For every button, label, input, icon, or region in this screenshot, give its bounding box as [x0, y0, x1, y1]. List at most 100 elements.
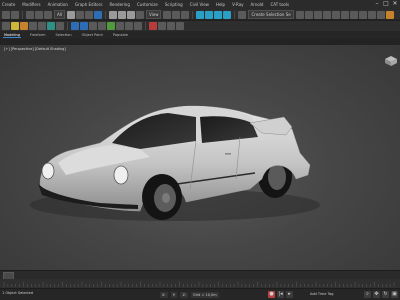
redo-icon[interactable]	[11, 10, 19, 19]
helper-icon[interactable]	[38, 22, 46, 30]
vray-light-icon[interactable]	[89, 22, 97, 30]
render-setup-icon[interactable]	[367, 10, 376, 19]
x-coordinate-field[interactable]: X:	[160, 292, 168, 298]
viewport-label[interactable]: [+] [Perspective] [Default Shading]	[4, 47, 66, 51]
maximize-button[interactable]: □	[383, 1, 389, 7]
go-to-start-icon[interactable]: |◂	[277, 291, 284, 298]
add-time-tag[interactable]: Add Time Tag	[310, 292, 334, 296]
angle-snap-icon[interactable]	[205, 10, 214, 19]
menu-arnold[interactable]: Arnold	[251, 0, 264, 10]
viewcube-icon[interactable]	[384, 55, 398, 67]
play-icon[interactable]: ▸	[286, 291, 293, 298]
vray-dome-light-icon[interactable]	[98, 22, 106, 30]
edit-named-selection-icon[interactable]	[238, 10, 247, 19]
bind-space-warp-icon[interactable]	[44, 10, 52, 19]
mirror-icon[interactable]	[295, 10, 304, 19]
toolbar-icon-1[interactable]	[2, 22, 10, 30]
menu-create[interactable]: Create	[2, 0, 15, 10]
tab-populate[interactable]: Populate	[112, 33, 129, 37]
close-button[interactable]: ✕	[392, 1, 398, 7]
maximize-viewport-icon[interactable]: ▣	[391, 291, 398, 298]
orbit-icon[interactable]: ↻	[382, 291, 389, 298]
z-coordinate-field[interactable]: Z:	[180, 292, 189, 298]
scale-icon[interactable]	[126, 10, 135, 19]
menu-vray[interactable]: V-Ray	[232, 0, 243, 10]
menu-rendering[interactable]: Rendering	[109, 0, 129, 10]
placement-icon[interactable]	[135, 10, 144, 19]
vray-toolbar-icon-11[interactable]	[176, 22, 184, 30]
car-model[interactable]	[0, 45, 400, 270]
toolbar-divider	[234, 10, 236, 19]
link-icon[interactable]	[26, 10, 34, 19]
menu-modifiers[interactable]: Modifiers	[22, 0, 40, 10]
tab-freeform[interactable]: Freeform	[29, 33, 47, 37]
pan-icon[interactable]: ✥	[373, 291, 380, 298]
region-select-icon[interactable]	[84, 10, 93, 19]
playback-controls: ● |◂ ▸	[268, 291, 293, 298]
select-manipulate-icon[interactable]	[172, 10, 181, 19]
tab-selection[interactable]: Selection	[55, 33, 73, 37]
menu-civil-view[interactable]: Civil View	[190, 0, 209, 10]
select-object-icon[interactable]	[66, 10, 75, 19]
snaps-toggle-icon[interactable]	[196, 10, 205, 19]
vray-proxy-icon[interactable]	[107, 22, 115, 30]
camera-icon[interactable]	[29, 22, 37, 30]
tab-object-paint[interactable]: Object Paint	[81, 33, 104, 37]
viewport-navigation: ⌕ ✥ ↻ ▣	[364, 291, 398, 298]
toolbar-divider	[192, 10, 194, 19]
window-crossing-icon[interactable]	[93, 10, 102, 19]
y-coordinate-field[interactable]: Y:	[170, 292, 178, 298]
unlink-icon[interactable]	[35, 10, 43, 19]
percent-snap-icon[interactable]	[214, 10, 223, 19]
vray-toolbar-icon-9[interactable]	[158, 22, 166, 30]
zoom-icon[interactable]: ⌕	[364, 291, 371, 298]
auto-key-button[interactable]: ●	[268, 291, 275, 298]
render-production-icon[interactable]	[385, 10, 394, 19]
vray-mesh-export-icon[interactable]	[149, 22, 157, 30]
vray-toolbar-icon-10[interactable]	[167, 22, 175, 30]
move-icon[interactable]	[108, 10, 117, 19]
front-hub	[162, 193, 170, 203]
spinner-snap-icon[interactable]	[223, 10, 232, 19]
rendered-frame-window-icon[interactable]	[376, 10, 385, 19]
minimize-button[interactable]: –	[374, 1, 380, 7]
vray-plane-icon[interactable]	[125, 22, 133, 30]
menu-customize[interactable]: Customize	[137, 0, 158, 10]
track-bar[interactable]	[0, 279, 400, 288]
light-icon[interactable]	[11, 22, 19, 30]
space-warp-icon[interactable]	[47, 22, 55, 30]
named-selection-set-dropdown[interactable]: Create Selection Se	[248, 10, 294, 19]
status-bar: 1 Object Selected X: Y: Z: Grid = 10,0m …	[0, 288, 400, 300]
menu-scripting[interactable]: Scripting	[165, 0, 183, 10]
vray-fur-icon[interactable]	[116, 22, 124, 30]
system-icon[interactable]	[56, 22, 64, 30]
menu-animation[interactable]: Animation	[48, 0, 68, 10]
rotate-icon[interactable]	[117, 10, 126, 19]
pivot-center-icon[interactable]	[163, 10, 172, 19]
door-handle	[225, 153, 231, 155]
toolbar-divider	[104, 10, 106, 19]
align-icon[interactable]	[304, 10, 313, 19]
perspective-viewport[interactable]: [+] [Perspective] [Default Shading]	[0, 45, 400, 270]
vray-physical-camera-icon[interactable]	[134, 22, 142, 30]
vray-frame-buffer-icon[interactable]	[71, 22, 79, 30]
undo-icon[interactable]	[2, 10, 10, 19]
menu-cat-tools[interactable]: CAT tools	[270, 0, 289, 10]
menu-help[interactable]: Help	[216, 0, 225, 10]
select-by-name-icon[interactable]	[75, 10, 84, 19]
menu-graph-editors[interactable]: Graph Editors	[75, 0, 102, 10]
keyboard-shortcut-override-icon[interactable]	[181, 10, 190, 19]
vray-render-icon[interactable]	[80, 22, 88, 30]
reference-coordinate-dropdown[interactable]: View	[145, 10, 162, 19]
toolbar-divider	[67, 22, 68, 30]
selection-filter-dropdown[interactable]: All	[54, 10, 65, 19]
schematic-view-icon[interactable]	[349, 10, 358, 19]
ribbon-toggle-icon[interactable]	[331, 10, 340, 19]
layer-explorer-icon[interactable]	[322, 10, 331, 19]
material-editor-icon[interactable]	[358, 10, 367, 19]
curve-editor-icon[interactable]	[340, 10, 349, 19]
sun-icon[interactable]	[20, 22, 28, 30]
tab-modeling[interactable]: Modeling	[3, 33, 21, 38]
ribbon-tabs: Modeling Freeform Selection Object Paint…	[0, 31, 400, 39]
toggle-scene-explorer-icon[interactable]	[313, 10, 322, 19]
